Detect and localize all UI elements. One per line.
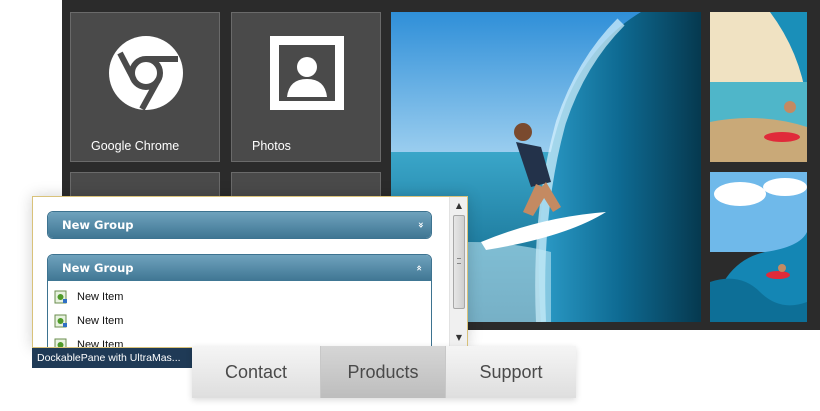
group-item-list: New Item New Item New Item	[48, 281, 431, 348]
item-label: New Item	[77, 291, 124, 303]
chevron-up-icon[interactable]: »	[407, 265, 433, 271]
list-item[interactable]: New Item	[48, 285, 431, 309]
menu-item-contact[interactable]: Contact	[192, 346, 321, 398]
explorer-group-collapsed: New Group »	[47, 211, 432, 239]
vertical-scrollbar[interactable]: ▲ ▼	[449, 197, 467, 347]
group-header[interactable]: New Group »	[48, 212, 431, 238]
item-document-icon	[54, 338, 67, 347]
explorer-bar: New Group » New Group » New Item New Ite…	[33, 197, 451, 348]
scroll-down-arrow-icon[interactable]: ▼	[450, 331, 467, 345]
item-label: New Item	[77, 339, 124, 348]
chrome-icon	[109, 36, 183, 111]
item-document-icon	[54, 290, 67, 304]
tile-label-photos: Photos	[252, 139, 291, 153]
group-header[interactable]: New Group »	[48, 255, 431, 281]
surfer-photo-small-bottom[interactable]	[710, 172, 807, 322]
wave-image	[710, 12, 807, 162]
list-item[interactable]: New Item	[48, 309, 431, 333]
scrollbar-thumb[interactable]	[453, 215, 465, 309]
scroll-up-arrow-icon[interactable]: ▲	[450, 199, 467, 213]
dock-pane-caption[interactable]: DockablePane with UltraMas...	[32, 348, 194, 368]
group-title: New Group	[62, 261, 134, 275]
chevron-down-icon[interactable]: »	[407, 222, 433, 228]
grip-icon	[457, 258, 461, 264]
tile-label-chrome: Google Chrome	[91, 139, 180, 153]
photos-icon	[270, 36, 344, 110]
surfer-photo-small-top[interactable]	[710, 12, 807, 162]
tile-google-chrome[interactable]: Google Chrome	[70, 12, 220, 162]
menu-item-support[interactable]: Support	[446, 346, 576, 398]
dockable-pane: New Group » New Group » New Item New Ite…	[32, 196, 468, 348]
menu-bar: Contact Products Support	[192, 346, 576, 398]
tile-photos[interactable]: Photos	[231, 12, 381, 162]
explorer-group-expanded: New Group » New Item New Item New Item	[47, 254, 432, 348]
item-document-icon	[54, 314, 67, 328]
menu-item-products[interactable]: Products	[321, 346, 446, 398]
item-label: New Item	[77, 315, 124, 327]
wave-image	[710, 172, 807, 322]
group-title: New Group	[62, 218, 134, 232]
